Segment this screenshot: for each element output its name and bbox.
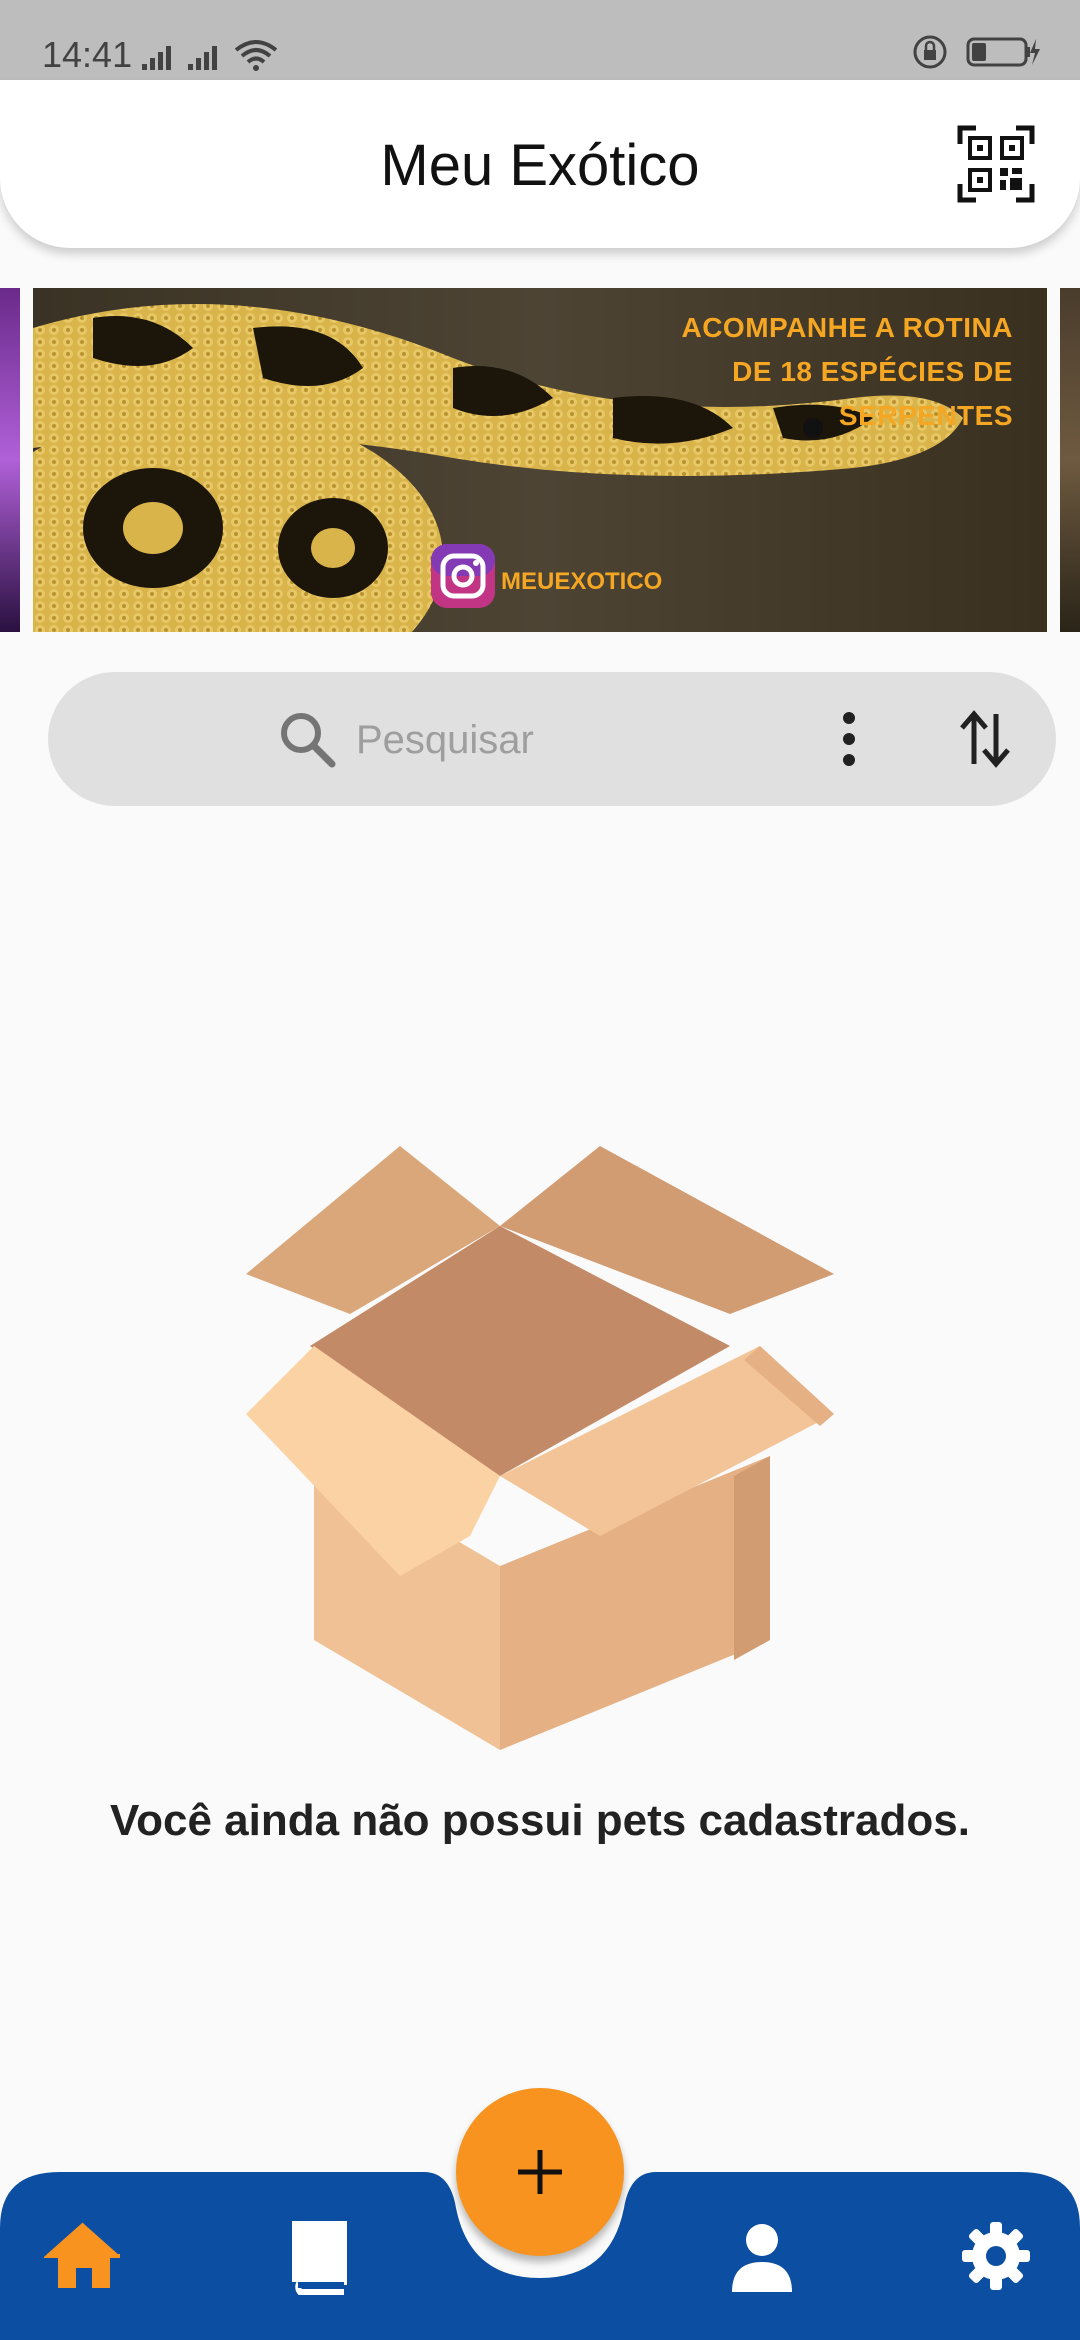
instagram-handle: MEUEXOTICO xyxy=(501,568,663,595)
wifi-icon xyxy=(234,40,278,71)
qr-code-button[interactable] xyxy=(956,124,1036,204)
search-bar xyxy=(48,672,1056,806)
search-input[interactable] xyxy=(356,712,786,768)
plus-icon xyxy=(518,2150,562,2194)
status-indicators xyxy=(142,38,278,72)
signal-icon xyxy=(142,46,171,70)
page-title: Meu Exótico xyxy=(380,133,700,198)
banner-slide[interactable]: ACOMPANHE A ROTINA DE 18 ESPÉCIES DE SER… xyxy=(33,288,1047,632)
banner-previous-peek[interactable] xyxy=(0,288,20,632)
status-bar: 14:41 xyxy=(0,0,1080,80)
banner-next-peek[interactable] xyxy=(1060,288,1080,632)
sort-button[interactable] xyxy=(954,708,1016,770)
banner-carousel[interactable]: ACOMPANHE A ROTINA DE 18 ESPÉCIES DE SER… xyxy=(0,288,1080,632)
rotation-lock-icon xyxy=(913,35,947,69)
more-options-button[interactable] xyxy=(818,708,880,770)
banner-headline-line: DE 18 ESPÉCIES DE xyxy=(732,356,1013,387)
banner-headline: ACOMPANHE A ROTINA DE 18 ESPÉCIES DE SER… xyxy=(681,306,1013,438)
more-vertical-icon xyxy=(843,712,855,766)
book-icon[interactable] xyxy=(278,2216,358,2296)
sort-arrows-icon xyxy=(960,710,1010,768)
status-time: 14:41 xyxy=(42,34,133,75)
home-icon[interactable] xyxy=(44,2216,124,2296)
add-pet-button[interactable] xyxy=(456,2088,624,2256)
app-bar: Meu Exótico xyxy=(0,80,1080,248)
banner-headline-line: ACOMPANHE A ROTINA xyxy=(681,312,1013,343)
settings-gear-icon[interactable] xyxy=(956,2216,1036,2296)
banner-headline-line: SERPENTES xyxy=(838,400,1013,431)
empty-state-message: Você ainda não possui pets cadastrados. xyxy=(110,1796,970,1845)
status-right-indicators xyxy=(912,34,1042,70)
qr-code-icon xyxy=(957,125,1035,203)
battery-icon xyxy=(966,37,1040,67)
search-icon xyxy=(281,713,336,768)
empty-box-illustration xyxy=(246,1146,834,1750)
profile-icon[interactable] xyxy=(722,2216,802,2296)
signal-icon xyxy=(188,46,217,70)
